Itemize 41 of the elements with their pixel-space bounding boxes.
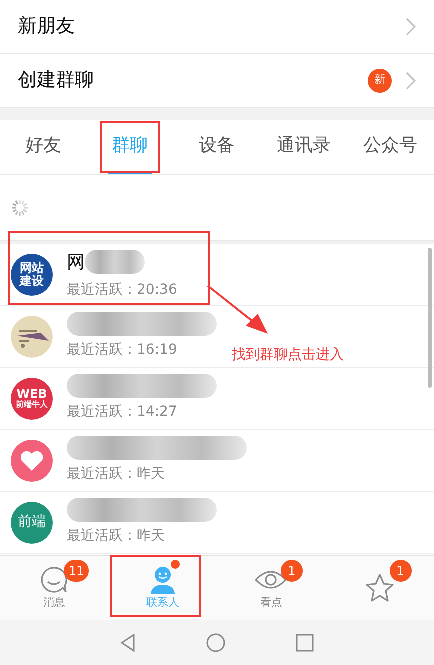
nav-item[interactable]: 联系人 xyxy=(108,556,217,620)
last-active-text: 最近活跃：20:36 xyxy=(67,280,178,300)
tab[interactable]: 好友 xyxy=(21,120,66,174)
count-badge: 11 xyxy=(64,560,90,582)
count-badge: 1 xyxy=(390,560,412,582)
back-icon[interactable] xyxy=(120,634,136,652)
last-active-text: 最近活跃：昨天 xyxy=(67,527,166,546)
blurred-name xyxy=(85,250,145,274)
chat-face-icon xyxy=(39,564,70,595)
tab[interactable]: 设备 xyxy=(194,120,239,174)
recents-icon[interactable] xyxy=(296,634,314,652)
group-avatar: 前端 xyxy=(11,502,53,544)
group-row[interactable]: 网站 建设 网 最近活跃：20:36 xyxy=(0,244,434,306)
annotation-text: 找到群聊点击进入 xyxy=(232,346,344,365)
nav-item[interactable]: 1 xyxy=(326,556,434,620)
count-badge: 1 xyxy=(281,560,303,582)
tab[interactable]: 通讯录 xyxy=(272,120,335,174)
menu-row[interactable]: 新朋友 xyxy=(0,0,434,54)
last-active-text: 最近活跃：16:19 xyxy=(67,341,178,360)
menu-label: 创建群聊 xyxy=(18,68,94,94)
tab[interactable]: 群聊 xyxy=(108,120,152,174)
chevron-right-icon xyxy=(406,72,416,90)
chevron-right-icon xyxy=(406,18,416,36)
group-name: 网 xyxy=(67,250,85,274)
last-active-text: 最近活跃：14:27 xyxy=(67,403,178,422)
nav-item[interactable]: 消息 11 xyxy=(0,556,108,620)
group-row[interactable]: 最近活跃：昨天 xyxy=(0,430,434,492)
nav-item[interactable]: 看点 1 xyxy=(217,556,326,620)
annotation-arrow xyxy=(206,284,270,336)
group-row[interactable]: WEB 前端牛人 最近活跃：14:27 xyxy=(0,368,434,430)
star-icon xyxy=(364,573,395,603)
new-badge: 新 xyxy=(368,68,392,92)
menu-label: 新朋友 xyxy=(18,14,75,40)
highlight-frame xyxy=(100,121,160,173)
tab[interactable]: 公众号 xyxy=(360,120,422,174)
last-active-text: 最近活跃：昨天 xyxy=(67,465,166,484)
group-avatar: 网站 建设 xyxy=(11,254,53,296)
group-avatar: WEB 前端牛人 xyxy=(11,378,53,420)
group-row[interactable]: 前端 最近活跃：昨天 xyxy=(0,492,434,554)
loading-spinner-icon xyxy=(10,198,30,218)
home-icon[interactable] xyxy=(206,632,226,652)
